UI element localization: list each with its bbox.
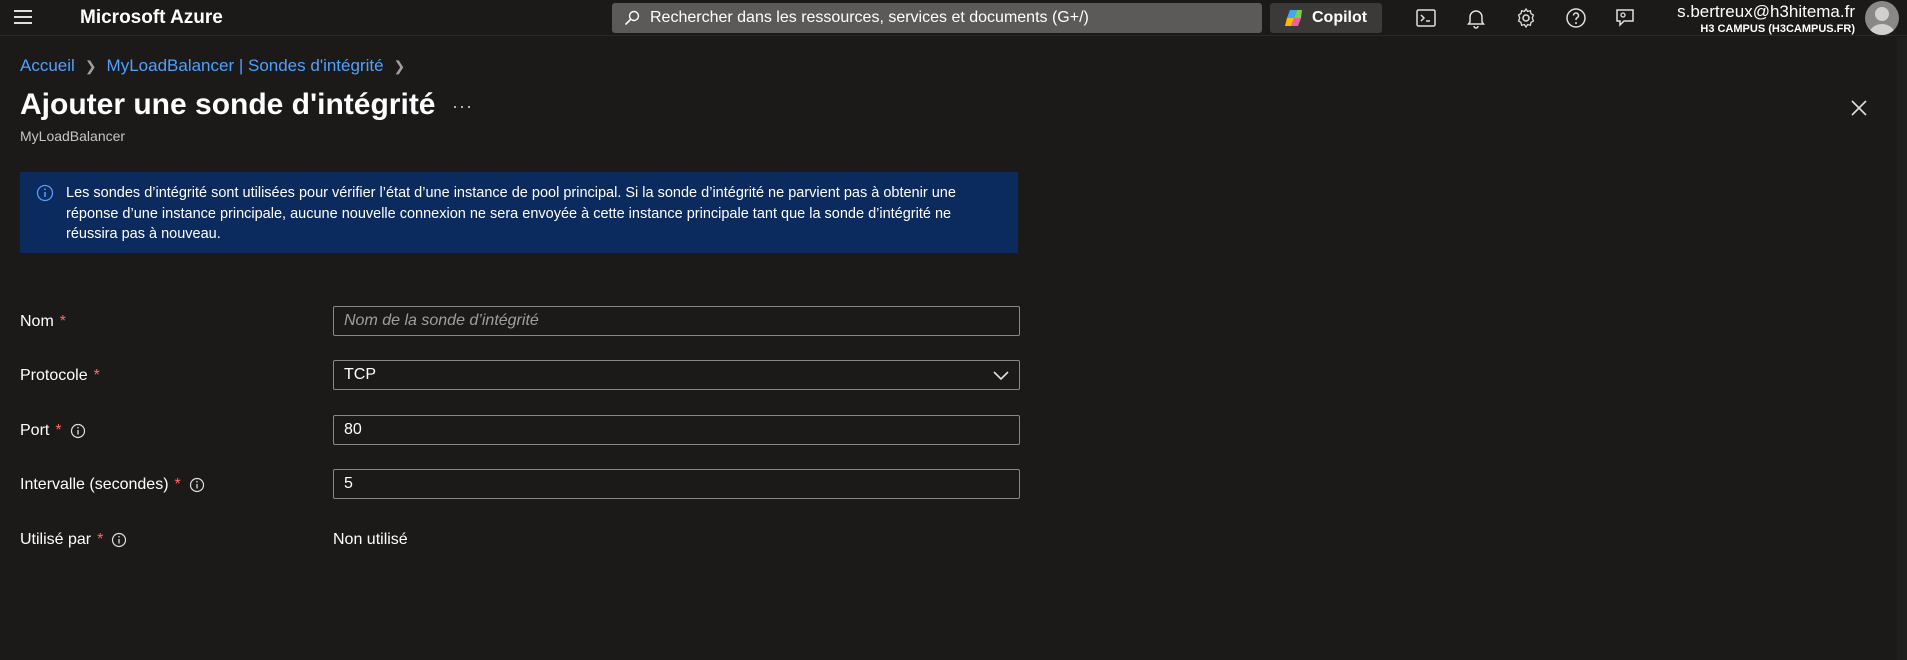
search-input[interactable]: Rechercher dans les ressources, services…	[612, 3, 1262, 33]
protocol-label: Protocole *	[20, 367, 100, 385]
close-icon[interactable]	[1849, 98, 1869, 118]
top-bar: Microsoft Azure Rechercher dans les ress…	[0, 0, 1907, 36]
used-by-label: Utilisé par *	[20, 531, 127, 549]
brand-title[interactable]: Microsoft Azure	[80, 7, 223, 29]
bell-icon[interactable]	[1464, 6, 1488, 30]
required-marker: *	[174, 476, 181, 493]
cloud-shell-icon[interactable]	[1414, 6, 1438, 30]
required-marker: *	[93, 367, 100, 384]
interval-field[interactable]: 5	[333, 469, 1020, 499]
port-field[interactable]: 80	[333, 415, 1020, 445]
name-label: Nom *	[20, 313, 66, 331]
protocol-value: TCP	[344, 366, 376, 383]
copilot-label: Copilot	[1312, 9, 1368, 26]
used-by-value: Non utilisé	[333, 531, 408, 548]
info-icon	[36, 184, 54, 202]
protocol-select[interactable]: TCP	[333, 360, 1020, 390]
interval-label: Intervalle (secondes) *	[20, 476, 205, 494]
breadcrumb-home[interactable]: Accueil	[20, 56, 75, 76]
page-subtitle: MyLoadBalancer	[20, 128, 126, 144]
breadcrumb-separator-icon: ❯	[393, 57, 406, 74]
port-label: Port *	[20, 422, 86, 440]
required-marker: *	[97, 531, 104, 548]
account-info[interactable]: s.bertreux@h3hitema.fr H3 CAMPUS (H3CAMP…	[1677, 2, 1855, 36]
chevron-down-icon	[993, 371, 1009, 381]
help-icon[interactable]	[1564, 6, 1588, 30]
port-label-text: Port	[20, 422, 50, 439]
interval-value: 5	[344, 475, 353, 492]
hamburger-icon[interactable]	[14, 10, 32, 24]
port-value: 80	[344, 421, 362, 438]
breadcrumb-health-probes[interactable]: MyLoadBalancer | Sondes d'intégrité	[107, 56, 384, 76]
avatar[interactable]	[1865, 1, 1899, 35]
protocol-label-text: Protocole	[20, 367, 88, 384]
user-org: H3 CAMPUS (H3CAMPUS.FR)	[1700, 23, 1855, 35]
info-banner: Les sondes d’intégrité sont utilisées po…	[20, 172, 1018, 253]
copilot-button[interactable]: Copilot	[1270, 3, 1382, 33]
info-icon[interactable]	[111, 532, 127, 548]
search-icon	[624, 10, 640, 26]
info-icon[interactable]	[70, 423, 86, 439]
required-marker: *	[55, 422, 62, 439]
feedback-icon[interactable]	[1613, 6, 1637, 30]
info-icon[interactable]	[189, 477, 205, 493]
more-options-button[interactable]: ···	[452, 96, 473, 117]
required-marker: *	[59, 313, 67, 330]
interval-label-text: Intervalle (secondes)	[20, 476, 169, 493]
user-avatar-icon	[1869, 7, 1895, 35]
breadcrumb-separator-icon: ❯	[84, 57, 97, 74]
used-by-label-text: Utilisé par	[20, 531, 92, 548]
info-banner-text: Les sondes d’intégrité sont utilisées po…	[66, 185, 956, 242]
gear-icon[interactable]	[1514, 6, 1538, 30]
user-email: s.bertreux@h3hitema.fr	[1677, 2, 1855, 21]
name-placeholder: Nom de la sonde d’intégrité	[344, 312, 539, 329]
scrollbar[interactable]	[1897, 37, 1907, 660]
name-label-text: Nom	[20, 313, 54, 330]
page-title: Ajouter une sonde d'intégrité	[20, 88, 436, 121]
search-placeholder: Rechercher dans les ressources, services…	[650, 9, 1089, 26]
breadcrumb: Accueil ❯ MyLoadBalancer | Sondes d'inté…	[20, 56, 415, 76]
copilot-icon	[1285, 10, 1302, 26]
name-field[interactable]: Nom de la sonde d’intégrité	[333, 306, 1020, 336]
